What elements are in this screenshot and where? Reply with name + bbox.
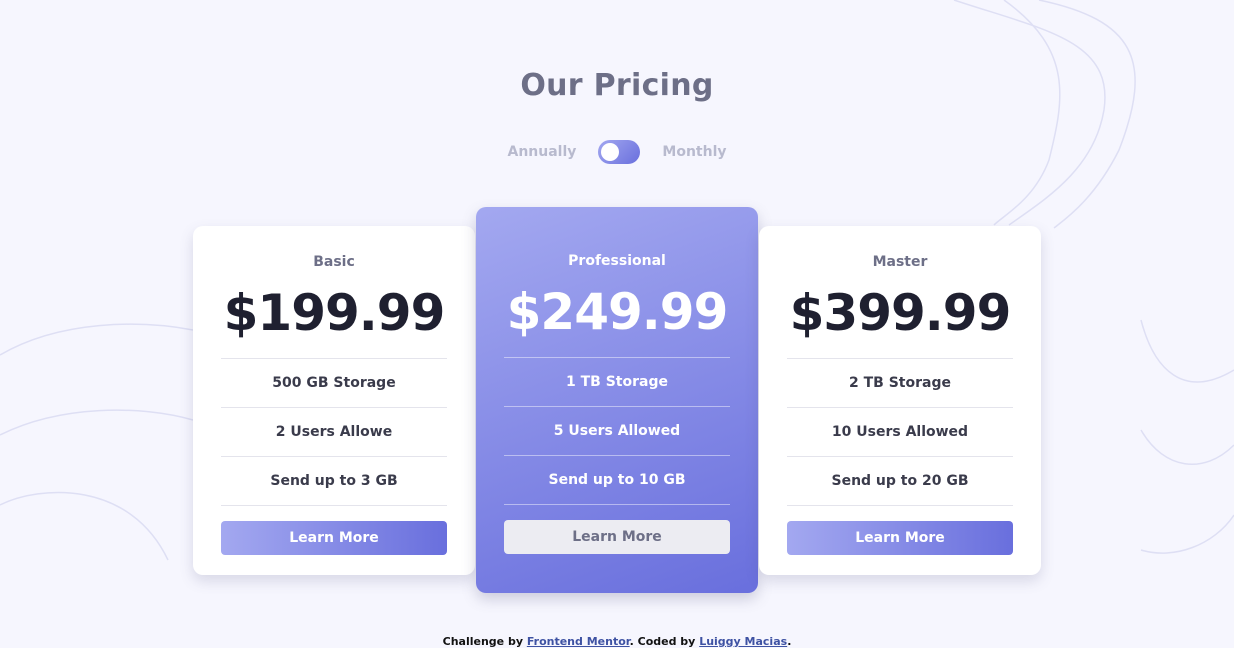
billing-toggle-switch[interactable] bbox=[598, 140, 641, 164]
learn-more-button[interactable]: Learn More bbox=[787, 521, 1013, 555]
feature-item: 1 TB Storage bbox=[504, 358, 730, 407]
learn-more-button[interactable]: Learn More bbox=[221, 521, 447, 555]
feature-list: 2 TB Storage 10 Users Allowed Send up to… bbox=[787, 358, 1013, 506]
feature-item: Send up to 10 GB bbox=[504, 456, 730, 505]
plan-name: Professional bbox=[568, 253, 666, 269]
feature-item: Send up to 3 GB bbox=[221, 457, 447, 506]
toggle-label-annually[interactable]: Annually bbox=[507, 144, 576, 160]
pricing-card-professional: Professional $249.99 1 TB Storage 5 User… bbox=[476, 207, 758, 593]
feature-list: 500 GB Storage 2 Users Allowe Send up to… bbox=[221, 358, 447, 506]
toggle-knob bbox=[601, 143, 620, 161]
frontend-mentor-link[interactable]: Frontend Mentor bbox=[527, 635, 630, 648]
plan-price: $399.99 bbox=[789, 284, 1012, 342]
feature-item: 5 Users Allowed bbox=[504, 407, 730, 456]
toggle-label-monthly[interactable]: Monthly bbox=[662, 144, 726, 160]
feature-item: 500 GB Storage bbox=[221, 359, 447, 408]
footer-suffix: . bbox=[787, 635, 792, 648]
author-link[interactable]: Luiggy Macias bbox=[699, 635, 787, 648]
plan-price: $249.99 bbox=[506, 283, 729, 341]
pricing-card-master: Master $399.99 2 TB Storage 10 Users All… bbox=[759, 226, 1041, 575]
feature-list: 1 TB Storage 5 Users Allowed Send up to … bbox=[504, 357, 730, 505]
attribution-footer: Challenge by Frontend Mentor. Coded by L… bbox=[0, 635, 1234, 648]
feature-item: 2 TB Storage bbox=[787, 359, 1013, 408]
plan-price: $199.99 bbox=[223, 284, 446, 342]
page-title: Our Pricing bbox=[520, 68, 714, 103]
feature-item: 10 Users Allowed bbox=[787, 408, 1013, 457]
feature-item: Send up to 20 GB bbox=[787, 457, 1013, 506]
footer-middle: . Coded by bbox=[629, 635, 700, 648]
learn-more-button[interactable]: Learn More bbox=[504, 520, 730, 554]
plan-name: Basic bbox=[313, 254, 355, 270]
feature-item: 2 Users Allowe bbox=[221, 408, 447, 457]
footer-prefix: Challenge by bbox=[442, 635, 527, 648]
billing-toggle-row: Annually Monthly bbox=[0, 140, 1234, 164]
pricing-card-basic: Basic $199.99 500 GB Storage 2 Users All… bbox=[193, 226, 475, 575]
plan-name: Master bbox=[872, 254, 928, 270]
